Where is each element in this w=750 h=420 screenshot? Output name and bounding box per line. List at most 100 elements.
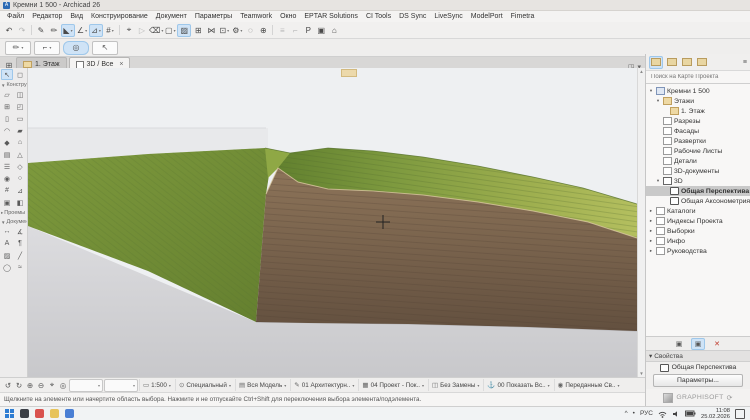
zoom-tool-icon[interactable]: ⊕ bbox=[257, 24, 269, 36]
menu-fimetra[interactable]: Fimetra bbox=[507, 13, 539, 20]
home-icon[interactable]: ⌂ bbox=[328, 24, 340, 36]
wifi-icon[interactable] bbox=[658, 410, 667, 418]
shell-tool[interactable]: ◠ bbox=[1, 125, 13, 136]
search-input[interactable] bbox=[649, 73, 747, 81]
zoom-forward-icon[interactable]: ↻ bbox=[14, 380, 24, 391]
toolbox-section-document[interactable]: ▼Документирование bbox=[0, 217, 27, 226]
fit-view-icon[interactable]: ⌖ bbox=[47, 380, 57, 391]
tree-item-lists[interactable]: ▸Выборки bbox=[646, 226, 750, 236]
publisher-icon[interactable] bbox=[696, 57, 708, 68]
menu-file[interactable]: Файл bbox=[3, 13, 28, 20]
door-tool[interactable]: ◫ bbox=[14, 89, 26, 100]
railing-tool[interactable]: ◇ bbox=[14, 161, 26, 172]
battery-icon[interactable] bbox=[685, 410, 696, 417]
zoom-percent-dropdown[interactable] bbox=[69, 379, 103, 392]
magic-wand-icon[interactable]: ⊡ bbox=[218, 24, 230, 36]
window-tool[interactable]: ⊞ bbox=[1, 101, 13, 112]
mic-icon[interactable]: • bbox=[633, 410, 635, 417]
menu-dssync[interactable]: DS Sync bbox=[395, 13, 430, 20]
notification-center-icon[interactable] bbox=[735, 409, 745, 419]
layers-icon[interactable]: ▨ bbox=[177, 24, 191, 37]
line-tool[interactable]: ╱ bbox=[14, 250, 26, 261]
tree-item-project-indexes[interactable]: ▸Индексы Проекта bbox=[646, 216, 750, 226]
column-tool[interactable]: ▯ bbox=[1, 113, 13, 124]
structure-display-dropdown[interactable]: ▤Вся Модель bbox=[235, 379, 289, 391]
menu-livesync[interactable]: LiveSync bbox=[430, 13, 466, 20]
zone-tool[interactable]: ▣ bbox=[1, 197, 13, 208]
marquee-tool[interactable]: ◻ bbox=[14, 69, 26, 80]
pen-set-dropdown[interactable]: ✎01 Архитектурн.. bbox=[290, 379, 357, 391]
list-icon[interactable]: ≡ bbox=[276, 24, 288, 36]
layer-combination-dropdown[interactable]: ⊙Специальный bbox=[175, 379, 234, 391]
undo-icon[interactable]: ↶ bbox=[3, 24, 15, 36]
zoom-in-icon[interactable]: ⊕ bbox=[25, 380, 35, 391]
angle-dimension-tool[interactable]: ∡ bbox=[14, 226, 26, 237]
opening-tool[interactable]: ◧ bbox=[14, 197, 26, 208]
favorites-icon[interactable]: ▣ bbox=[315, 24, 327, 36]
menu-teamwork[interactable]: Teamwork bbox=[236, 13, 276, 20]
redo-icon[interactable]: ↷ bbox=[16, 24, 28, 36]
taskbar-app-4[interactable] bbox=[65, 409, 74, 418]
scroll-down-icon[interactable]: ▼ bbox=[639, 371, 643, 376]
terrain-3d-viewport[interactable] bbox=[28, 68, 637, 377]
menu-document[interactable]: Документ bbox=[152, 13, 191, 20]
navigator-menu-icon[interactable]: ≡ bbox=[743, 57, 747, 68]
spline-tool[interactable]: ≈ bbox=[14, 262, 26, 273]
tray-expand-icon[interactable]: ^ bbox=[625, 410, 628, 417]
arrow-mode-button[interactable]: ↖ bbox=[92, 41, 118, 55]
speaker-icon[interactable] bbox=[672, 410, 680, 418]
circle-tool[interactable]: ◯ bbox=[1, 262, 13, 273]
roof-tool[interactable]: ◆ bbox=[1, 137, 13, 148]
start-button[interactable] bbox=[5, 409, 14, 418]
eraser-icon[interactable]: ⌫ bbox=[149, 24, 163, 36]
transferred-settings-dropdown[interactable]: ◉Переданные Св.. bbox=[554, 379, 623, 391]
grid-tool[interactable]: # bbox=[1, 185, 13, 196]
clock[interactable]: 11:08 25.02.2026 bbox=[701, 408, 730, 420]
settings-button[interactable]: Параметры... bbox=[653, 374, 743, 387]
highlight-toggle[interactable]: ◎ bbox=[63, 41, 89, 55]
tree-item-stories[interactable]: ▾Этажи bbox=[646, 96, 750, 106]
dashed-circle-icon[interactable]: ◌ bbox=[244, 24, 256, 36]
graphic-override-dropdown[interactable]: ◫Без Замены bbox=[428, 379, 482, 391]
taskbar-app-1[interactable] bbox=[20, 409, 29, 418]
tree-item-details[interactable]: Детали bbox=[646, 156, 750, 166]
zoom-out-icon[interactable]: ⊖ bbox=[36, 380, 46, 391]
menu-window[interactable]: Окно bbox=[276, 13, 300, 20]
scale-dropdown[interactable]: ▭1:500 bbox=[139, 379, 174, 391]
corner-icon[interactable]: ⌐ bbox=[289, 24, 301, 36]
tree-item-elevations[interactable]: Фасады bbox=[646, 126, 750, 136]
gravity-tool-icon[interactable]: ⊿ bbox=[89, 24, 103, 37]
angle-tool-icon[interactable]: ∠ bbox=[76, 24, 88, 36]
save-view-icon[interactable]: ▣ bbox=[691, 338, 705, 350]
geometry-method-dropdown[interactable]: ⌐ bbox=[34, 41, 60, 55]
view-map-icon[interactable] bbox=[666, 57, 678, 68]
slab-tool[interactable]: ▰ bbox=[14, 125, 26, 136]
tree-item-sections[interactable]: Разрезы bbox=[646, 116, 750, 126]
model-view-options-dropdown[interactable]: ▦04 Проект - Пок.. bbox=[358, 379, 427, 391]
language-indicator[interactable]: РУС bbox=[640, 410, 653, 417]
dimension-tool[interactable]: ↔ bbox=[1, 226, 13, 237]
lamp-tool[interactable]: ○ bbox=[14, 173, 26, 184]
close-tab-icon[interactable]: × bbox=[119, 61, 123, 68]
tree-item-help[interactable]: ▸Руководства bbox=[646, 246, 750, 256]
tree-item-generic-perspective[interactable]: Общая Перспектива bbox=[646, 186, 750, 196]
slope-tool[interactable]: ⊿ bbox=[14, 185, 26, 196]
tree-item-schedules[interactable]: ▸Каталоги bbox=[646, 206, 750, 216]
tree-item-info[interactable]: ▸Инфо bbox=[646, 236, 750, 246]
orbit-icon[interactable]: ◎ bbox=[58, 380, 68, 391]
tree-item-project[interactable]: ▾Кремни 1 500 bbox=[646, 86, 750, 96]
renovation-filter-dropdown[interactable]: ⚓00 Показать Вс.. bbox=[483, 379, 552, 391]
tree-item-interior-elevations[interactable]: Развертки bbox=[646, 136, 750, 146]
tree-item-generic-axonometry[interactable]: Общая Аксонометрия bbox=[646, 196, 750, 206]
lock-icon[interactable]: ▢ bbox=[164, 24, 176, 36]
text-tool[interactable]: A bbox=[1, 238, 13, 249]
delete-icon[interactable]: ✕ bbox=[711, 339, 723, 349]
run-icon[interactable]: ▷ bbox=[136, 24, 148, 36]
corner-window-tool[interactable]: ◰ bbox=[14, 101, 26, 112]
wall-tool[interactable]: ▱ bbox=[1, 89, 13, 100]
tree-item-worksheets[interactable]: Рабочие Листы bbox=[646, 146, 750, 156]
canvas-scrollbar[interactable]: ▲ ▼ bbox=[637, 68, 645, 377]
project-map-icon[interactable] bbox=[649, 56, 663, 69]
taskbar-app-2[interactable] bbox=[35, 409, 44, 418]
menu-edit[interactable]: Редактор bbox=[28, 13, 66, 20]
